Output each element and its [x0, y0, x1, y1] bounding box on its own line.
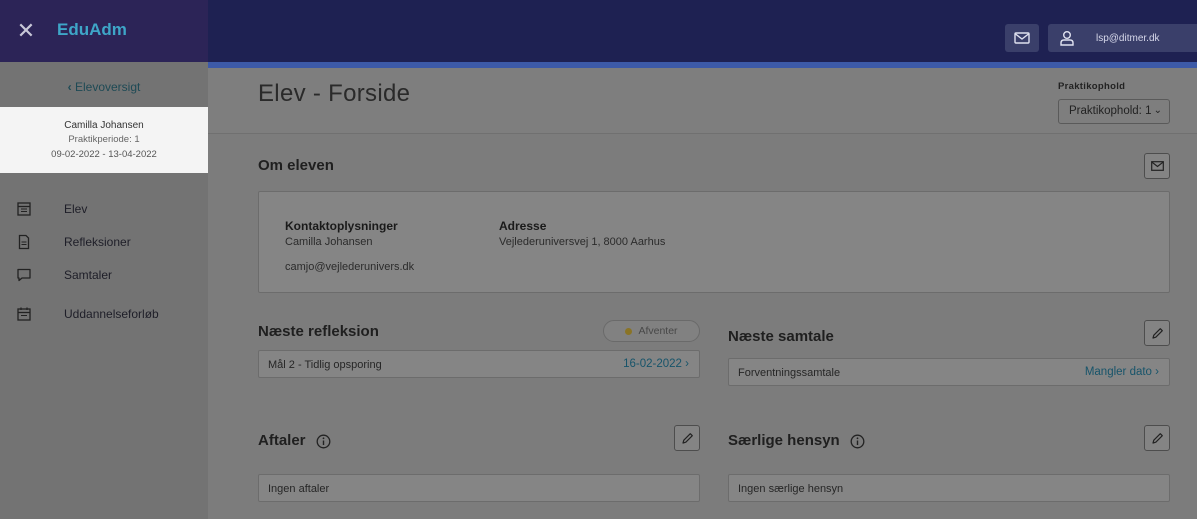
pencil-icon — [1151, 432, 1163, 444]
mail-icon — [1150, 161, 1164, 171]
user-icon — [1060, 31, 1074, 46]
app-title: EduAdm — [57, 20, 127, 39]
sidebar-item-samtaler[interactable]: Samtaler — [0, 265, 208, 285]
mail-icon — [1014, 32, 1030, 44]
saerlige-hensyn-card: Ingen særlige hensyn — [728, 474, 1170, 502]
pencil-icon — [681, 432, 693, 444]
sidebar-item-label: Samtaler — [64, 268, 113, 282]
student-dates: 09-02-2022 - 13-04-2022 — [51, 149, 157, 160]
edit-samtale-button[interactable] — [1144, 320, 1170, 346]
page-header: Elev - Forside Praktikophold Praktikopho… — [208, 68, 1197, 134]
praktikophold-select[interactable]: Praktikophold: 1 ⌄ — [1058, 99, 1170, 124]
contact-label: Kontaktoplysninger — [285, 219, 398, 233]
next-conversation-row[interactable]: Forventningssamtale Mangler dato › — [728, 358, 1170, 386]
status-label: Afventer — [638, 325, 678, 337]
sidebar-item-label: Uddannelseforløb — [64, 307, 159, 321]
student-period: Praktikperiode: 1 — [68, 134, 140, 145]
om-eleven-title: Om eleven — [258, 157, 334, 174]
chevron-right-icon: › — [685, 358, 689, 370]
calendar-icon — [17, 307, 31, 321]
chevron-left-icon: ‹ — [67, 80, 72, 94]
contact-email: camjo@vejlederunivers.dk — [285, 261, 415, 273]
address-label: Adresse — [499, 219, 547, 233]
sidebar-item-refleksioner[interactable]: Refleksioner — [0, 232, 208, 252]
edit-aftaler-button[interactable] — [674, 425, 700, 451]
status-dot-icon — [625, 327, 633, 335]
back-link-label: Elevoversigt — [74, 80, 141, 94]
calendar-grid-icon — [17, 202, 31, 216]
aftaler-title: Aftaler — [258, 432, 331, 449]
address-value: Vejlederuniversvej 1, 8000 Aarhus — [499, 236, 666, 248]
student-name: Camilla Johansen — [64, 120, 144, 131]
messages-button[interactable] — [1005, 24, 1039, 52]
reflection-label: Mål 2 - Tidlig opsporing — [268, 359, 382, 371]
sidebar: ‹ Elevoversigt Camilla Johansen Praktikp… — [0, 62, 208, 519]
aftaler-label: Aftaler — [258, 432, 306, 449]
aftaler-card: Ingen aftaler — [258, 474, 700, 502]
naeste-samtale-title: Næste samtale — [728, 328, 834, 345]
info-icon[interactable] — [850, 434, 865, 449]
brand-area: ✕ EduAdm — [0, 0, 208, 62]
student-card: Camilla Johansen Praktikperiode: 1 09-02… — [0, 107, 208, 173]
chevron-down-icon: ⌄ — [1153, 105, 1162, 116]
message-student-button[interactable] — [1144, 153, 1170, 179]
sidebar-item-uddannelseforlob[interactable]: Uddannelseforløb — [0, 304, 208, 324]
contact-name: Camilla Johansen — [285, 236, 373, 248]
conversation-status: Mangler dato — [1084, 366, 1152, 378]
sidebar-item-elev[interactable]: Elev — [0, 199, 208, 219]
reflection-date: 16-02-2022 — [623, 358, 682, 370]
edit-saerlige-hensyn-button[interactable] — [1144, 425, 1170, 451]
document-icon — [18, 234, 30, 250]
sidebar-item-label: Refleksioner — [64, 235, 131, 249]
page-title: Elev - Forside — [258, 80, 411, 107]
top-bar: ✕ EduAdm lsp@ditmer.dk — [0, 0, 1197, 62]
aftaler-empty: Ingen aftaler — [268, 483, 330, 495]
pencil-icon — [1151, 327, 1163, 339]
praktikophold-value: Praktikophold: 1 — [1069, 105, 1152, 117]
status-badge: Afventer — [603, 320, 700, 342]
conversation-label: Forventningssamtale — [738, 367, 841, 379]
saerlige-hensyn-label: Særlige hensyn — [728, 432, 840, 449]
back-link[interactable]: ‹ Elevoversigt — [0, 80, 208, 94]
user-email: lsp@ditmer.dk — [1096, 32, 1160, 44]
saerlige-hensyn-title: Særlige hensyn — [728, 432, 865, 449]
main-content: Elev - Forside Praktikophold Praktikopho… — [208, 68, 1197, 519]
next-reflection-row[interactable]: Mål 2 - Tidlig opsporing 16-02-2022 › — [258, 350, 700, 378]
naeste-refleksion-title: Næste refleksion — [258, 323, 379, 340]
reflection-date-link[interactable]: 16-02-2022 › — [623, 358, 689, 370]
conversation-status-link[interactable]: Mangler dato › — [1085, 366, 1159, 378]
chevron-right-icon: › — [1155, 366, 1159, 378]
sidebar-item-label: Elev — [64, 202, 88, 216]
close-icon[interactable]: ✕ — [14, 19, 38, 43]
contact-card: Kontaktoplysninger Camilla Johansen camj… — [258, 191, 1170, 293]
info-icon[interactable] — [316, 434, 331, 449]
user-menu-button[interactable]: lsp@ditmer.dk — [1048, 24, 1197, 52]
saerlige-hensyn-empty: Ingen særlige hensyn — [738, 483, 844, 495]
praktikophold-label: Praktikophold — [1058, 81, 1126, 92]
chat-bubble-icon — [17, 268, 31, 282]
